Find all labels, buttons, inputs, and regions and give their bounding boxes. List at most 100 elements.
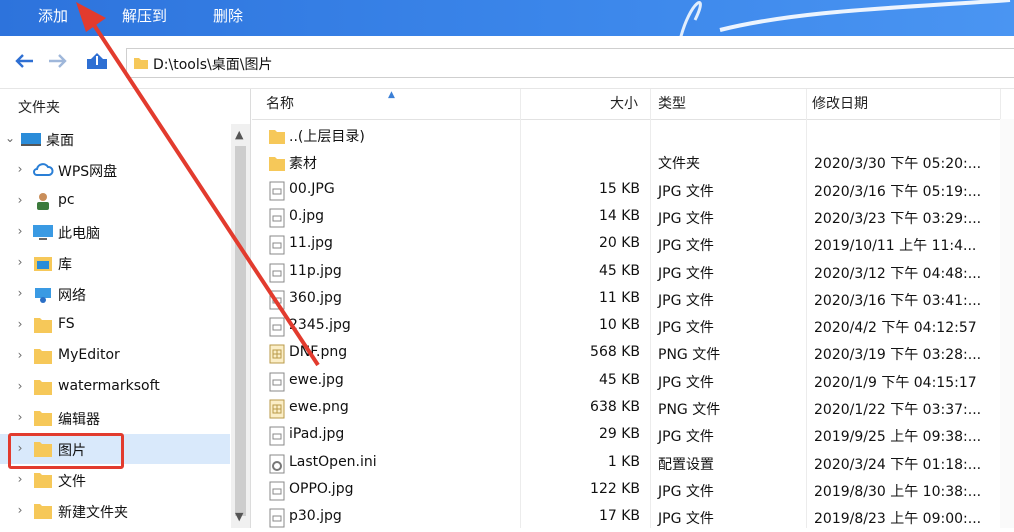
image-file-icon xyxy=(268,372,286,392)
chevron-right-icon[interactable]: › xyxy=(14,472,26,486)
tree-item-myeditor[interactable]: › MyEditor xyxy=(0,341,230,371)
file-size: 638 KB xyxy=(590,399,640,415)
file-row[interactable]: OPPO.jpg 122 KB JPG 文件 2019/8/30 上午 10:38:.… xyxy=(252,477,1014,504)
file-name: 00.JPG xyxy=(289,180,335,197)
scroll-down-icon[interactable]: ▼ xyxy=(235,510,243,523)
file-row[interactable]: iPad.jpg 29 KB JPG 文件 2019/9/25 上午 09:38:..… xyxy=(252,422,1014,449)
folder-icon xyxy=(268,126,286,146)
tree-item-files[interactable]: › 文件 xyxy=(0,465,230,495)
file-type: PNG 文件 xyxy=(658,347,721,364)
file-row[interactable]: 360.jpg 11 KB JPG 文件 2020/3/16 下午 03:41:... xyxy=(252,286,1014,313)
file-row[interactable]: DNF.png 568 KB PNG 文件 2020/3/19 下午 03:28:..… xyxy=(252,340,1014,367)
file-list-pane: 名称 ▲ 大小 类型 修改日期 ..(上层目录) 素材 文件夹 2020/3/30 下… xyxy=(252,89,1014,528)
image-file-icon xyxy=(268,263,286,283)
file-modified-date: 2020/3/16 下午 05:19:... xyxy=(814,183,982,200)
file-name: ..(上层目录) xyxy=(289,129,365,145)
delete-button[interactable]: 删除 xyxy=(213,6,243,26)
tree-item-pc-user[interactable]: › pc xyxy=(0,186,230,216)
forward-arrow-icon[interactable] xyxy=(45,48,71,74)
back-arrow-icon[interactable] xyxy=(11,48,37,74)
file-modified-date: 2019/10/11 上午 11:4... xyxy=(814,238,977,255)
folder-icon xyxy=(34,411,52,426)
column-size[interactable]: 大小 xyxy=(610,89,638,119)
scrollbar-thumb[interactable] xyxy=(235,146,246,516)
chevron-right-icon[interactable]: › xyxy=(14,348,26,362)
tree-item-label: 桌面 xyxy=(46,133,74,149)
chevron-right-icon[interactable]: › xyxy=(14,286,26,300)
folder-icon xyxy=(268,153,286,173)
file-row[interactable]: ewe.jpg 45 KB JPG 文件 2020/1/9 下午 04:15:17 xyxy=(252,368,1014,395)
chevron-down-icon[interactable]: ⌄ xyxy=(4,131,16,145)
file-type: JPG 文件 xyxy=(658,210,714,227)
file-type: JPG 文件 xyxy=(658,238,714,255)
address-path: D:\tools\桌面\图片 xyxy=(153,57,273,73)
image-file-icon xyxy=(268,426,286,446)
file-list-scrollbar[interactable] xyxy=(1000,119,1014,528)
column-type[interactable]: 类型 xyxy=(658,89,686,119)
tree-item-label: 网络 xyxy=(58,288,86,304)
file-row[interactable]: 00.JPG 15 KB JPG 文件 2020/3/16 下午 05:19:... xyxy=(252,177,1014,204)
scroll-up-icon[interactable]: ▲ xyxy=(235,128,243,141)
tree-item-editor[interactable]: › 编辑器 xyxy=(0,403,230,433)
file-name: OPPO.jpg xyxy=(289,480,354,497)
file-type: PNG 文件 xyxy=(658,402,721,418)
column-name[interactable]: 名称 xyxy=(266,89,294,119)
file-type: JPG 文件 xyxy=(658,483,714,500)
computer-icon xyxy=(33,225,53,240)
cloud-icon xyxy=(33,163,54,176)
file-row[interactable]: ..(上层目录) xyxy=(252,122,1014,149)
tree-item-library[interactable]: › 库 xyxy=(0,248,230,278)
file-name: ewe.jpg xyxy=(289,371,344,388)
file-row[interactable]: 11.jpg 20 KB JPG 文件 2019/10/11 上午 11:4... xyxy=(252,231,1014,258)
file-size: 14 KB xyxy=(598,207,640,224)
file-size: 20 KB xyxy=(598,235,640,252)
file-row[interactable]: 0.jpg 14 KB JPG 文件 2020/3/23 下午 03:29:... xyxy=(252,204,1014,231)
file-modified-date: 2020/3/23 下午 03:29:... xyxy=(814,210,982,227)
add-button[interactable]: 添加 xyxy=(38,6,68,26)
chevron-right-icon[interactable]: › xyxy=(14,224,26,238)
folder-tree-scrollbar[interactable]: ▲ ▼ xyxy=(231,124,250,528)
file-name: iPad.jpg xyxy=(289,426,345,443)
tree-item-network[interactable]: › 网络 xyxy=(0,279,230,309)
file-size: 17 KB xyxy=(598,508,640,525)
file-size: 29 KB xyxy=(598,426,640,443)
chevron-right-icon[interactable]: › xyxy=(14,503,26,517)
tree-item-wps-cloud[interactable]: › WPS网盘 xyxy=(0,155,230,185)
tree-item-fs[interactable]: › FS xyxy=(0,310,230,340)
network-icon xyxy=(35,288,51,303)
image-file-icon xyxy=(268,508,286,528)
image-file-icon xyxy=(268,181,286,201)
chevron-right-icon[interactable]: › xyxy=(14,317,26,331)
chevron-right-icon[interactable]: › xyxy=(14,255,26,269)
tree-item-watermarksoft[interactable]: › watermarksoft xyxy=(0,372,230,402)
sort-ascending-icon: ▲ xyxy=(388,90,395,100)
extract-to-button[interactable]: 解压到 xyxy=(122,6,167,26)
file-row[interactable]: 2345.jpg 10 KB JPG 文件 2020/4/2 下午 04:12:57 xyxy=(252,313,1014,340)
file-type: JPG 文件 xyxy=(658,292,714,309)
chevron-right-icon[interactable]: › xyxy=(14,162,26,176)
folder-icon xyxy=(34,473,52,488)
file-name: 素材 xyxy=(289,156,317,173)
file-row[interactable]: ewe.png 638 KB PNG 文件 2020/1/22 下午 03:37:..… xyxy=(252,395,1014,422)
tree-item-new-folder[interactable]: › 新建文件夹 xyxy=(0,496,230,526)
up-folder-icon[interactable] xyxy=(84,48,110,74)
file-row[interactable]: LastOpen.ini 1 KB 配置设置 2020/3/24 下午 01:18:.… xyxy=(252,450,1014,477)
image-file-icon xyxy=(268,235,286,255)
address-field[interactable]: D:\tools\桌面\图片 xyxy=(126,48,1014,78)
tree-item-desktop[interactable]: ⌄ 桌面 xyxy=(0,124,230,154)
file-modified-date: 2019/9/25 上午 09:38:... xyxy=(814,429,982,446)
chevron-right-icon[interactable]: › xyxy=(14,193,26,207)
image-file-icon xyxy=(268,317,286,337)
file-type: JPG 文件 xyxy=(658,374,714,391)
file-type: 配置设置 xyxy=(658,456,714,473)
chevron-right-icon[interactable]: › xyxy=(14,410,26,424)
column-date[interactable]: 修改日期 xyxy=(812,89,868,119)
file-row[interactable]: 11p.jpg 45 KB JPG 文件 2020/3/12 下午 04:48:... xyxy=(252,259,1014,286)
file-size: 122 KB xyxy=(590,480,640,497)
decorative-swoosh-icon xyxy=(679,0,1011,36)
file-row[interactable]: p30.jpg 17 KB JPG 文件 2019/8/23 上午 09:00:... xyxy=(252,504,1014,531)
chevron-right-icon[interactable]: › xyxy=(14,379,26,393)
tree-item-this-pc[interactable]: › 此电脑 xyxy=(0,217,230,247)
tree-item-label: WPS网盘 xyxy=(58,164,118,180)
file-row[interactable]: 素材 文件夹 2020/3/30 下午 05:20:... xyxy=(252,149,1014,176)
